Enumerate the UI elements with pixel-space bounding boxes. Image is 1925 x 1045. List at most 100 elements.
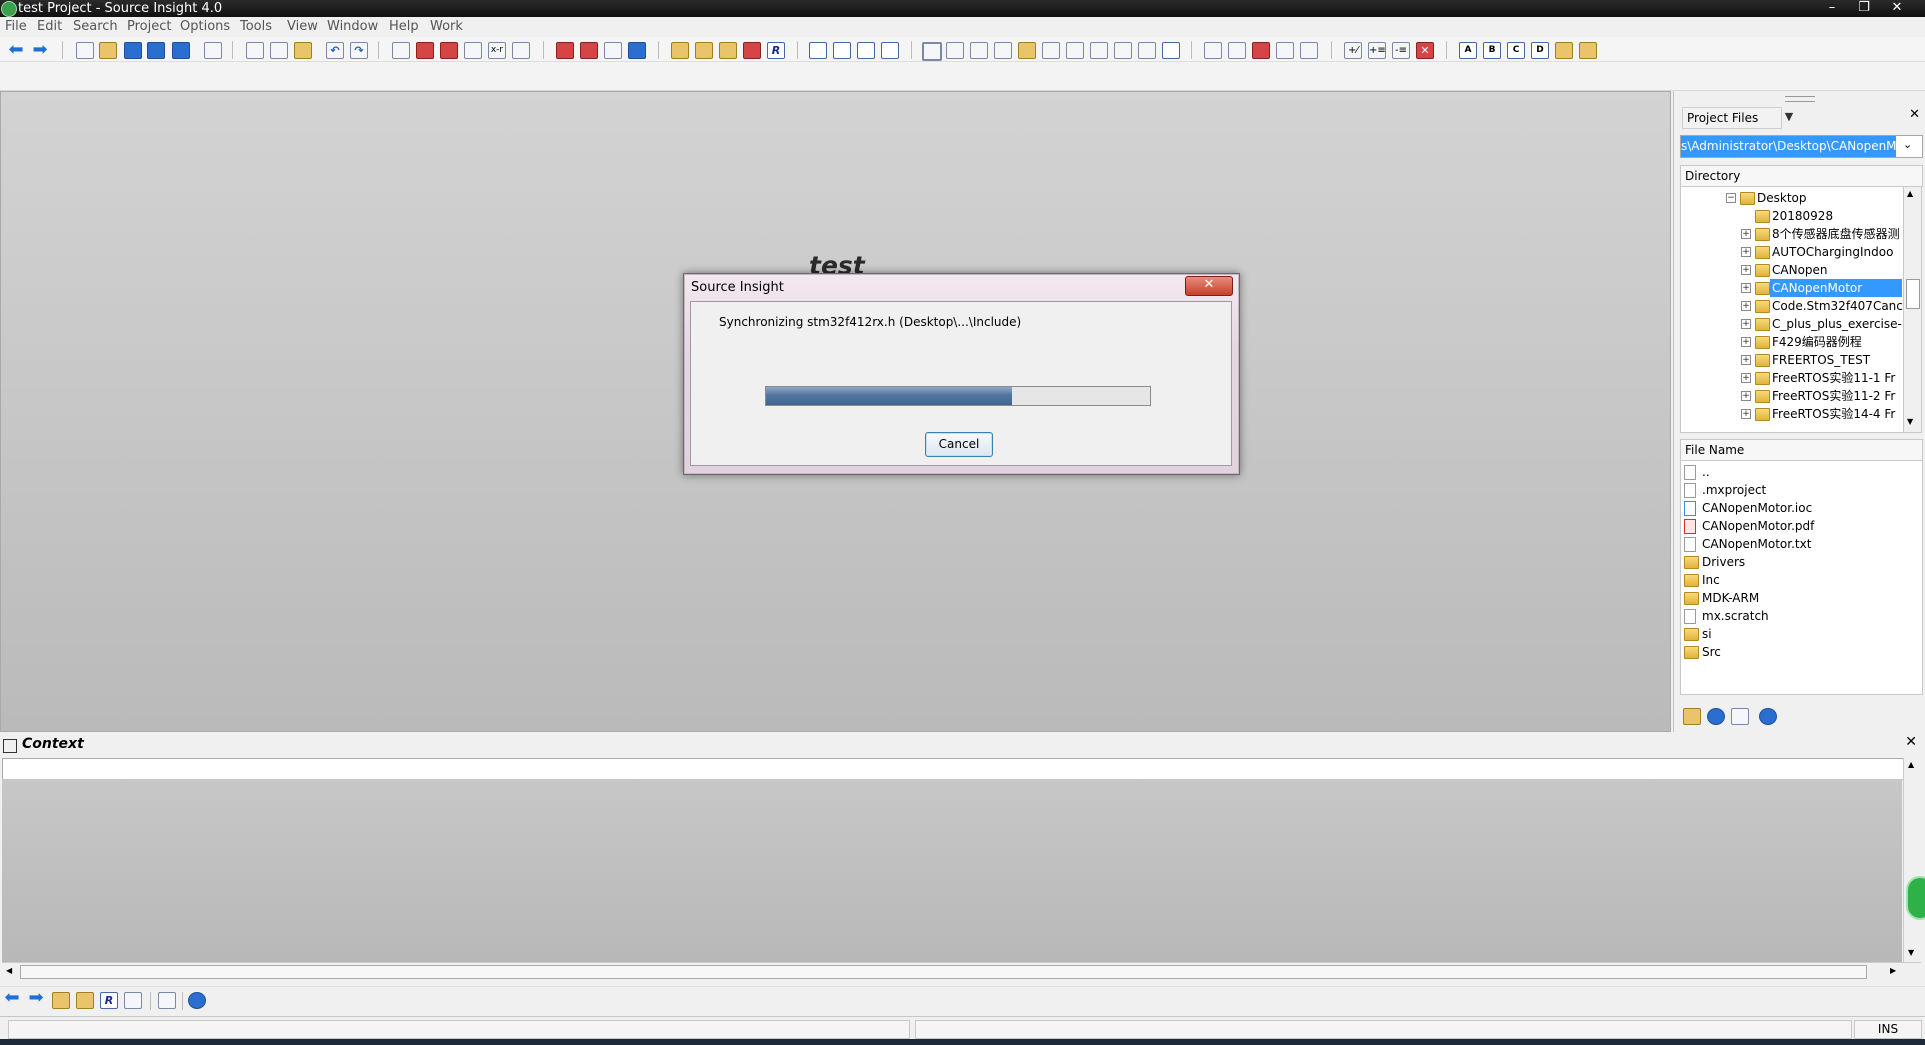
replace-icon[interactable] xyxy=(464,42,482,59)
context-close-icon[interactable]: ✕ xyxy=(1905,734,1917,750)
directory-header[interactable]: Directory xyxy=(1680,165,1923,187)
context-content[interactable] xyxy=(2,779,1902,962)
view-selector-chevron-icon[interactable]: ▼ xyxy=(1780,107,1798,127)
file-name-header[interactable]: File Name xyxy=(1680,439,1923,461)
cancel-button[interactable]: Cancel xyxy=(925,432,993,457)
symbol-info-icon[interactable] xyxy=(922,42,942,61)
file-list-icon[interactable] xyxy=(1731,708,1749,725)
sync-icon[interactable] xyxy=(1138,42,1156,59)
project-window-icon[interactable] xyxy=(1018,42,1036,59)
horizontal-scrollbar-thumb[interactable] xyxy=(20,965,1867,979)
open-project-icon[interactable] xyxy=(1683,708,1701,725)
context-icon[interactable] xyxy=(946,42,964,59)
book-icon[interactable] xyxy=(76,992,94,1009)
delete-line-icon[interactable]: -≡ xyxy=(1392,42,1410,59)
menu-search[interactable]: Search xyxy=(73,19,118,34)
directory-tree[interactable]: − Desktop 20180928 + 8个传感器底盘传感器测 + AUTOC… xyxy=(1680,186,1905,433)
scroll-down-arrow-icon[interactable]: ▼ xyxy=(1908,948,1914,957)
macro-folder-icon[interactable] xyxy=(1555,42,1573,59)
layout-cascade-icon[interactable] xyxy=(881,42,899,59)
window-close-button[interactable]: ✕ xyxy=(1880,0,1914,17)
chart-icon[interactable] xyxy=(743,42,761,59)
menu-work[interactable]: Work xyxy=(430,19,463,34)
compare-icon[interactable] xyxy=(1204,42,1222,59)
paste-icon[interactable] xyxy=(294,42,312,59)
minimize-button[interactable]: – xyxy=(1815,0,1849,17)
scroll-left-arrow-icon[interactable]: ◀ xyxy=(6,966,12,975)
open-folder-icon[interactable] xyxy=(99,42,117,59)
new-file-icon[interactable] xyxy=(76,42,94,59)
layout-horizontal-icon[interactable] xyxy=(833,42,851,59)
browse-icon[interactable] xyxy=(671,42,689,59)
panel-grip[interactable] xyxy=(1785,96,1815,102)
print-icon[interactable] xyxy=(204,42,222,59)
macro-a-icon[interactable]: A xyxy=(1459,42,1477,59)
compare-prev-icon[interactable] xyxy=(1300,42,1318,59)
menu-edit[interactable]: Edit xyxy=(37,19,62,34)
compare-dir-icon[interactable] xyxy=(1228,42,1246,59)
layout-tile-icon[interactable] xyxy=(809,42,827,59)
menu-file[interactable]: File xyxy=(5,19,27,34)
floating-badge[interactable] xyxy=(1906,876,1925,920)
gear-icon[interactable] xyxy=(1759,708,1777,725)
redo-icon[interactable]: ↷ xyxy=(350,42,368,59)
jump-icon[interactable] xyxy=(604,42,622,59)
maximize-button[interactable]: ❐ xyxy=(1847,0,1881,17)
macro-c-icon[interactable]: C xyxy=(1507,42,1525,59)
scroll-up-arrow-icon[interactable]: ▲ xyxy=(1908,760,1914,769)
menu-options[interactable]: Options xyxy=(180,19,230,34)
copy-icon[interactable] xyxy=(270,42,288,59)
delete-icon[interactable]: ✕ xyxy=(1416,42,1434,59)
context-vertical-scrollbar[interactable]: ▲ ▼ xyxy=(1903,758,1922,962)
book-icon[interactable] xyxy=(719,42,737,59)
bookmark-prev-icon[interactable] xyxy=(580,42,598,59)
dialog-close-button[interactable]: ✕ xyxy=(1185,276,1233,296)
grid-icon[interactable] xyxy=(1162,42,1180,59)
menu-tools[interactable]: Tools xyxy=(240,19,272,34)
layout-split-icon[interactable] xyxy=(857,42,875,59)
lock-icon[interactable] xyxy=(158,992,176,1009)
back-arrow-icon[interactable]: ⬅ xyxy=(8,41,24,59)
insert-line-icon[interactable]: +≡ xyxy=(1368,42,1386,59)
outline-icon[interactable] xyxy=(970,42,988,59)
search-files-icon[interactable] xyxy=(512,42,530,59)
find-next-icon[interactable] xyxy=(440,42,458,59)
compare-next-icon[interactable] xyxy=(1276,42,1294,59)
cut-icon[interactable] xyxy=(246,42,264,59)
scroll-up-arrow-icon[interactable]: ▲ xyxy=(1907,189,1913,198)
symbol-window-icon[interactable] xyxy=(628,42,646,59)
menu-project[interactable]: Project xyxy=(127,19,171,34)
undo-icon[interactable]: ↶ xyxy=(326,42,344,59)
save-as-icon[interactable] xyxy=(147,42,165,59)
add-line-icon[interactable]: +⁄ xyxy=(1344,42,1362,59)
context-back-arrow-icon[interactable]: ⬅ xyxy=(4,989,20,1007)
project-view-selector[interactable]: Project Files xyxy=(1682,107,1782,129)
directory-scrollbar[interactable]: ▲ ▼ xyxy=(1903,186,1922,433)
macro-b-icon[interactable]: B xyxy=(1483,42,1501,59)
relation-window-icon[interactable] xyxy=(1042,42,1060,59)
find-prev-icon[interactable] xyxy=(416,42,434,59)
relation-icon[interactable]: R xyxy=(767,42,785,59)
outline-icon[interactable] xyxy=(124,992,142,1009)
call-graph-icon[interactable] xyxy=(1066,42,1084,59)
save-all-icon[interactable] xyxy=(172,42,190,59)
relation-icon[interactable]: R xyxy=(100,992,118,1009)
context-horizontal-scrollbar[interactable]: ◀ ▶ xyxy=(2,962,1921,981)
gear-icon[interactable] xyxy=(188,992,206,1009)
macro-d-icon[interactable]: D xyxy=(1531,42,1549,59)
find-icon[interactable] xyxy=(392,42,410,59)
macro-settings-icon[interactable] xyxy=(1579,42,1597,59)
compare-stop-icon[interactable] xyxy=(1252,42,1270,59)
menu-view[interactable]: View xyxy=(287,19,318,34)
browse-project-icon[interactable] xyxy=(1090,42,1108,59)
bookmark-icon[interactable] xyxy=(556,42,574,59)
scroll-right-arrow-icon[interactable]: ▶ xyxy=(1890,966,1896,975)
save-icon[interactable] xyxy=(124,42,142,59)
panel-close-icon[interactable]: ✕ xyxy=(1909,107,1920,122)
lookup-icon[interactable] xyxy=(695,42,713,59)
menu-help[interactable]: Help xyxy=(389,19,419,34)
clip-icon[interactable] xyxy=(994,42,1012,59)
project-path-combo[interactable]: s\Administrator\Desktop\CANopenM ⌄ xyxy=(1680,135,1923,158)
path-chevron-down-icon[interactable]: ⌄ xyxy=(1903,138,1912,151)
tree-item-selected[interactable]: + CANopenMotor xyxy=(1739,279,1904,297)
